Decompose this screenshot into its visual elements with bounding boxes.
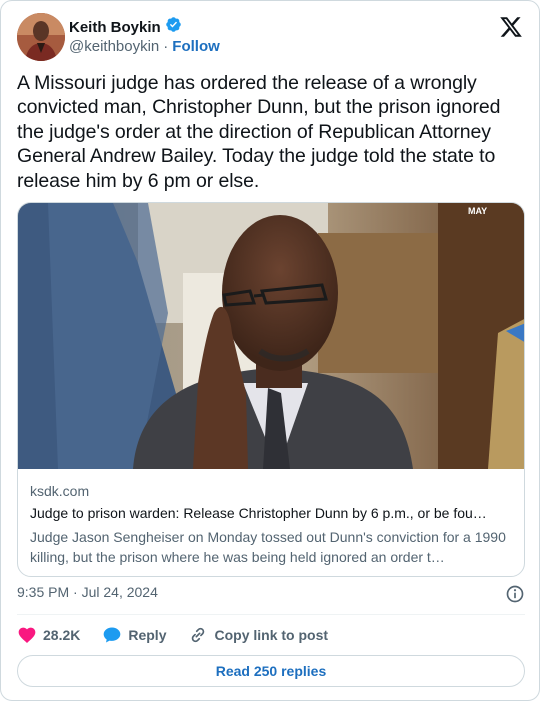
timestamp[interactable]: 9:35 PM · Jul 24, 2024	[17, 584, 158, 600]
speech-bubble-icon	[104, 627, 121, 643]
like-button[interactable]: 28.2K	[17, 625, 80, 645]
reply-label: Reply	[128, 627, 167, 643]
verified-badge-icon	[165, 16, 182, 38]
tweet-card: Keith Boykin @keithboykin · Follow A Mis…	[0, 0, 540, 701]
x-logo-icon[interactable]	[499, 15, 523, 39]
reply-button[interactable]: Reply	[102, 625, 166, 645]
copy-link-label: Copy link to post	[214, 627, 329, 643]
link-icon	[192, 627, 205, 643]
tweet-text: A Missouri judge has ordered the release…	[17, 72, 501, 192]
separator: ·	[163, 38, 169, 55]
image-watermark: MAY	[468, 206, 487, 216]
display-name[interactable]: Keith Boykin	[69, 19, 161, 36]
heart-icon	[18, 627, 36, 643]
read-replies-button[interactable]: Read 250 replies	[17, 655, 525, 687]
timestamp-row: 9:35 PM · Jul 24, 2024	[17, 584, 525, 604]
avatar[interactable]	[17, 13, 65, 61]
link-meta: ksdk.com Judge to prison warden: Release…	[30, 483, 514, 567]
link-domain: ksdk.com	[30, 483, 90, 499]
link-preview-card[interactable]: MAY ksdk.com Judge to prison warden: Rel…	[17, 202, 525, 577]
tweet-header: Keith Boykin @keithboykin · Follow	[17, 13, 523, 61]
name-row: Keith Boykin	[69, 16, 182, 38]
copy-link-button[interactable]: Copy link to post	[188, 625, 328, 645]
link-preview-image: MAY	[18, 203, 524, 469]
handle-row: @keithboykin · Follow	[69, 38, 220, 55]
action-bar: 28.2K Reply Copy link to post	[17, 623, 350, 647]
like-count: 28.2K	[43, 627, 81, 643]
link-title: Judge to prison warden: Release Christop…	[30, 505, 487, 521]
divider	[17, 614, 525, 615]
info-icon[interactable]	[505, 584, 525, 604]
handle[interactable]: @keithboykin	[69, 38, 159, 55]
follow-button[interactable]: Follow	[172, 38, 220, 55]
link-description: Judge Jason Sengheiser on Monday tossed …	[30, 529, 506, 565]
